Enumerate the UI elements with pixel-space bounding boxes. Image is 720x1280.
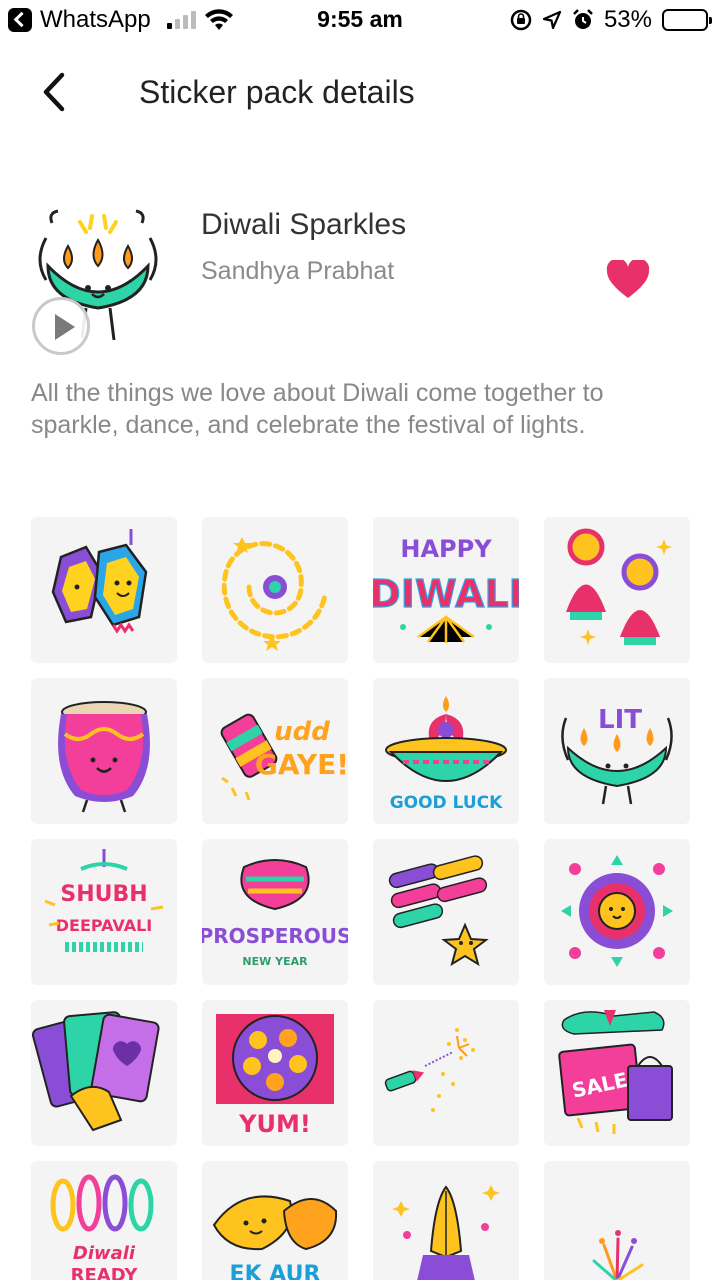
sticker-namaste-hands[interactable]	[373, 1161, 519, 1280]
sticker-text: DEEPAVALI	[56, 916, 153, 935]
status-right: 53%	[510, 6, 712, 34]
sticker-yum-plate[interactable]: YUM!	[202, 1000, 348, 1146]
sticker-playing-cards[interactable]	[31, 1000, 177, 1146]
sticker-text: YUM!	[238, 1110, 311, 1138]
sticker-text: PROSPEROUS	[202, 924, 348, 948]
sticker-text: HAPPY	[400, 535, 492, 563]
sticker-sparkler[interactable]	[544, 1161, 690, 1280]
sticker-shubh-deepavali[interactable]: SHUBH DEEPAVALI	[31, 839, 177, 985]
sticker-text: READY	[71, 1265, 139, 1280]
battery-percent: 53%	[603, 6, 652, 33]
sticker-happy-diwali[interactable]: HAPPY DIWALI	[373, 517, 519, 663]
sticker-pot[interactable]	[31, 678, 177, 824]
favorite-button[interactable]	[606, 258, 650, 300]
sticker-firecrackers[interactable]	[373, 839, 519, 985]
battery-icon	[662, 9, 712, 31]
back-button[interactable]	[34, 70, 78, 114]
sticker-earrings[interactable]	[544, 517, 690, 663]
alarm-icon	[573, 9, 593, 29]
sticker-text: SHUBH	[60, 882, 147, 907]
location-icon	[542, 10, 562, 30]
pack-name: Diwali Sparkles	[201, 208, 407, 241]
sticker-ek-aur-gujiya[interactable]: EK AUR	[202, 1161, 348, 1280]
page-title: Sticker pack details	[139, 74, 415, 110]
sticker-text: udd	[274, 717, 330, 747]
sticker-rocket[interactable]	[373, 1000, 519, 1146]
navigation-bar: Sticker pack details	[0, 60, 720, 130]
sticker-rangoli-flower[interactable]	[544, 839, 690, 985]
sticker-pack-details-screen: WhatsApp 9:55 am 53% Sticker pack detail…	[0, 0, 720, 1280]
sticker-text: DIWALI	[373, 572, 519, 616]
heart-icon	[606, 258, 650, 298]
play-animation-button[interactable]	[32, 297, 90, 355]
sticker-rangoli-swirl[interactable]	[202, 517, 348, 663]
status-bar: WhatsApp 9:55 am 53%	[0, 0, 720, 40]
sticker-lanterns[interactable]	[31, 517, 177, 663]
sticker-lit-diya[interactable]: LIT	[544, 678, 690, 824]
pack-author: Sandhya Prabhat	[201, 257, 395, 285]
sticker-sale-shopping[interactable]: SALE	[544, 1000, 690, 1146]
sticker-diwali-ready-bangles[interactable]: Diwali READY	[31, 1161, 177, 1280]
sticker-text: EK AUR	[230, 1262, 321, 1280]
chevron-left-icon	[43, 72, 65, 112]
sticker-text: GOOD LUCK	[390, 793, 503, 813]
sticker-text: GAYE!	[255, 748, 348, 781]
sticker-good-luck[interactable]: GOOD LUCK	[373, 678, 519, 824]
orientation-lock-icon	[510, 9, 532, 31]
sticker-udd-gaye[interactable]: udd GAYE!	[202, 678, 348, 824]
sticker-text: NEW YEAR	[242, 955, 308, 968]
pack-description: All the things we love about Diwali come…	[31, 379, 604, 439]
sticker-text: Diwali	[73, 1243, 136, 1264]
sticker-text: LIT	[598, 705, 642, 735]
sticker-prosperous-new-year[interactable]: PROSPEROUS NEW YEAR	[202, 839, 348, 985]
